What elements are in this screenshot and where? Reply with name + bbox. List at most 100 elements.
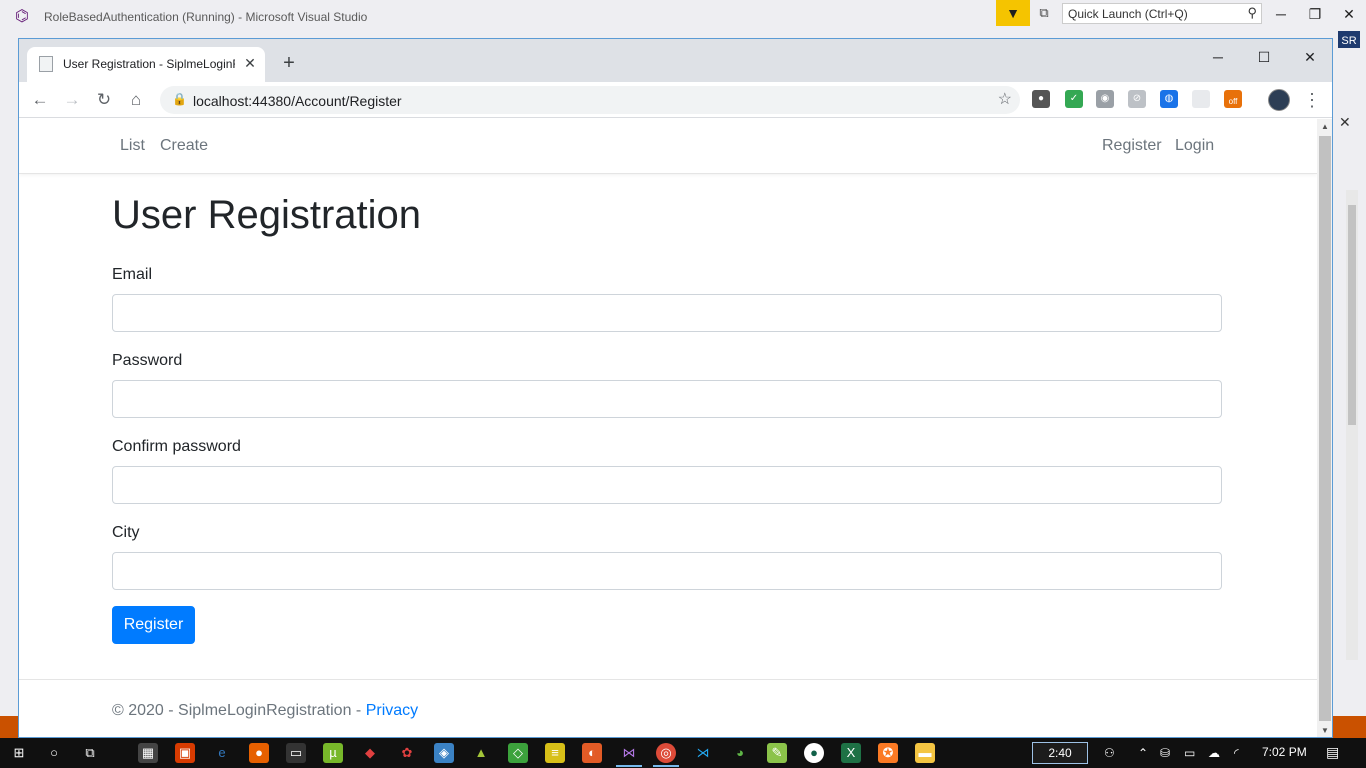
menu-kebab-icon[interactable]: ⋮ — [1303, 87, 1321, 113]
launcher-icon[interactable]: ◇ — [508, 743, 528, 763]
browser-tab[interactable]: User Registration - SiplmeLoginRegistrat… — [27, 47, 265, 82]
vs-titlebar: ⌬ RoleBasedAuthentication (Running) - Mi… — [0, 0, 1366, 34]
quick-launch-placeholder: Quick Launch (Ctrl+Q) — [1068, 7, 1188, 21]
filter-icon[interactable]: ▼ — [996, 0, 1030, 26]
firefox-icon[interactable]: ● — [249, 743, 269, 763]
visual-studio-logo-icon: ⌬ — [15, 8, 29, 25]
back-icon[interactable]: ← — [27, 87, 53, 113]
notification-icon[interactable]: ▤ — [1326, 744, 1339, 761]
vs-close-button[interactable]: ✕ — [1332, 0, 1366, 28]
page-footer: © 2020 - SiplmeLoginRegistration - Priva… — [19, 679, 1317, 737]
system-clock[interactable]: 7:02 PM — [1262, 745, 1307, 759]
copyright-text: © 2020 - SiplmeLoginRegistration - — [112, 702, 366, 719]
maximize-button[interactable]: ☐ — [1241, 45, 1287, 69]
photos-icon[interactable]: ◕ — [730, 743, 750, 763]
extension-icon[interactable]: ● — [1032, 90, 1050, 108]
vscode-icon[interactable]: ⋊ — [693, 743, 713, 763]
page-viewport: List Create Register Login User Registra… — [19, 119, 1317, 737]
vs-restore-button[interactable]: ❐ — [1298, 0, 1332, 28]
minimize-button[interactable]: ─ — [1195, 45, 1241, 69]
nav-link-create[interactable]: Create — [160, 137, 208, 155]
page-icon — [39, 56, 53, 72]
battery-icon[interactable]: ▭ — [1184, 746, 1195, 760]
toggle-extension-icon[interactable]: off — [1224, 90, 1242, 108]
windows-start-icon[interactable]: ⊞ — [9, 743, 29, 763]
paint-icon[interactable]: ✿ — [397, 743, 417, 763]
blank-extension-icon[interactable] — [1192, 90, 1210, 108]
mongodb-icon[interactable]: ● — [804, 743, 824, 763]
address-bar[interactable]: 🔒 localhost:44380/Account/Register ☆ — [160, 86, 1020, 114]
tool-icon[interactable]: ✎ — [767, 743, 787, 763]
notes-icon[interactable]: ≡ — [545, 743, 565, 763]
box-icon[interactable]: ◈ — [434, 743, 454, 763]
file-explorer-icon[interactable]: ▬ — [915, 743, 935, 763]
profile-avatar[interactable] — [1268, 89, 1290, 111]
active-indicator-vs — [616, 765, 642, 767]
feedback-icon[interactable]: ⧉ — [1034, 4, 1054, 22]
privacy-link[interactable]: Privacy — [366, 702, 418, 719]
android-icon[interactable]: ▲ — [471, 743, 491, 763]
xampp-icon[interactable]: ✪ — [878, 743, 898, 763]
new-tab-button[interactable]: + — [277, 51, 301, 75]
nav-link-login[interactable]: Login — [1175, 137, 1214, 155]
people-icon[interactable]: ⚇ — [1104, 746, 1115, 760]
close-button[interactable]: ✕ — [1287, 45, 1332, 69]
show-hidden-icons-icon[interactable]: ⌃ — [1138, 746, 1148, 760]
confirm-password-field[interactable] — [112, 466, 1222, 504]
vs-window-title: RoleBasedAuthentication (Running) - Micr… — [44, 10, 368, 24]
page-title: User Registration — [112, 193, 422, 237]
bookmark-star-icon[interactable]: ☆ — [998, 89, 1012, 109]
search-circle-icon[interactable]: ○ — [44, 743, 64, 763]
lock-icon[interactable]: 🔒 — [172, 92, 187, 106]
email-field[interactable] — [112, 294, 1222, 332]
password-field[interactable] — [112, 380, 1222, 418]
chrome-icon[interactable]: ◎ — [656, 743, 676, 763]
quick-launch-input[interactable]: Quick Launch (Ctrl+Q) ⚲ — [1062, 3, 1262, 24]
register-button[interactable]: Register — [112, 606, 195, 644]
windows-taskbar: ⊞ ○ ⧉ ▦ ▣ e ● ▭ µ ◆ ✿ ◈ ▲ ◇ ≡ ◐ ⋈ ◎ ⋊ ◕ … — [0, 738, 1366, 768]
home-icon[interactable]: ⌂ — [123, 87, 149, 113]
search-icon: ⚲ — [1247, 5, 1257, 20]
city-label: City — [112, 524, 140, 541]
nav-link-list[interactable]: List — [120, 137, 145, 155]
scroll-up-arrow-icon[interactable]: ▲ — [1317, 119, 1332, 135]
excel-icon[interactable]: X — [841, 743, 861, 763]
reload-icon[interactable]: ↻ — [91, 87, 117, 113]
password-label: Password — [112, 352, 183, 369]
network-drive-icon[interactable]: ⛁ — [1160, 746, 1170, 760]
nav-link-register[interactable]: Register — [1102, 137, 1162, 155]
confirm-password-label: Confirm password — [112, 438, 241, 455]
close-icon[interactable]: ✕ — [1339, 114, 1351, 131]
tab-close-icon[interactable]: ✕ — [241, 54, 259, 72]
task-view-icon[interactable]: ⧉ — [80, 743, 100, 763]
scroll-down-arrow-icon[interactable]: ▼ — [1317, 723, 1332, 737]
camera-icon[interactable]: ◉ — [1096, 90, 1114, 108]
edge-icon[interactable]: e — [212, 743, 232, 763]
cmd-icon[interactable]: ▭ — [286, 743, 306, 763]
utorrent-icon[interactable]: µ — [323, 743, 343, 763]
visual-studio-icon[interactable]: ⋈ — [619, 743, 639, 763]
browser-toolbar: ← → ↻ ⌂ 🔒 localhost:44380/Account/Regist… — [19, 82, 1332, 118]
tab-strip: User Registration - SiplmeLoginRegistrat… — [19, 39, 1332, 82]
email-label: Email — [112, 266, 153, 283]
page-scrollbar[interactable]: ▲ ▼ — [1317, 119, 1332, 737]
tab-title: User Registration - SiplmeLoginRegistrat… — [63, 57, 235, 71]
scroll-thumb[interactable] — [1319, 136, 1331, 721]
postman-icon[interactable]: ◐ — [582, 743, 602, 763]
office-icon[interactable]: ▣ — [175, 743, 195, 763]
vs-left-panel — [0, 48, 18, 738]
footer-text: © 2020 - SiplmeLoginRegistration - Priva… — [112, 702, 418, 720]
calculator-icon[interactable]: ▦ — [138, 743, 158, 763]
wifi-icon[interactable]: ◜ — [1234, 746, 1239, 760]
globe-icon[interactable]: ◍ — [1160, 90, 1178, 108]
city-field[interactable] — [112, 552, 1222, 590]
extension-circle-icon[interactable]: ⊘ — [1128, 90, 1146, 108]
shield-icon[interactable]: ✓ — [1065, 90, 1083, 108]
url-text: localhost:44380/Account/Register — [193, 93, 402, 109]
vs-right-scroll-thumb[interactable] — [1348, 205, 1356, 425]
timer-widget[interactable]: 2:40 — [1032, 742, 1088, 764]
app-icon[interactable]: ◆ — [360, 743, 380, 763]
cloud-error-icon[interactable]: ☁ — [1208, 746, 1220, 760]
vs-minimize-button[interactable]: ─ — [1264, 0, 1298, 28]
forward-icon[interactable]: → — [59, 87, 85, 113]
